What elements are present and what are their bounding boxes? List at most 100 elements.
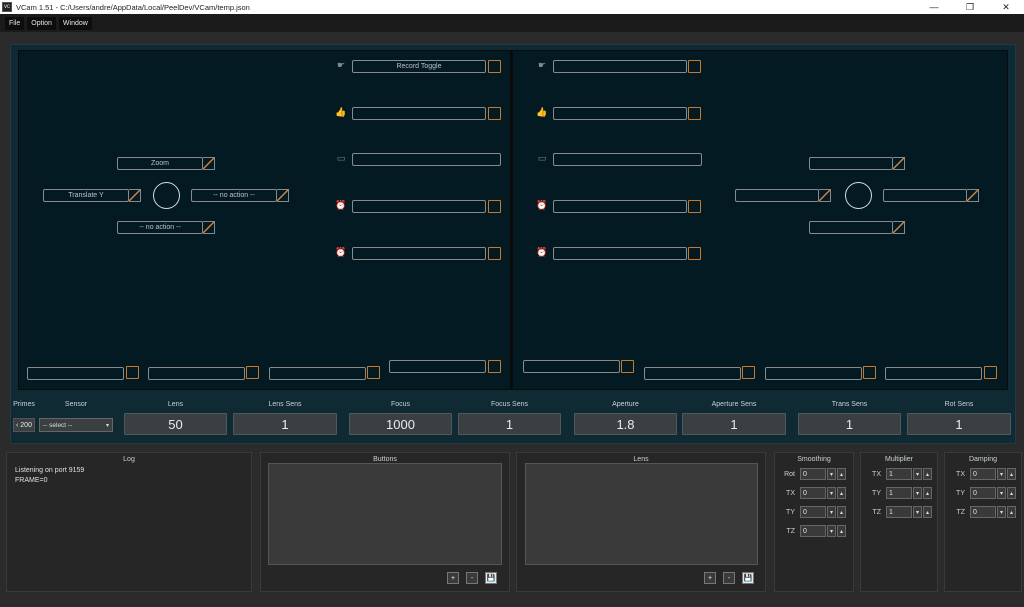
minimize-button[interactable]: — (916, 0, 952, 14)
left-bottom-slot-4[interactable] (389, 360, 486, 373)
right-bottom-slot-1-color[interactable] (621, 360, 634, 373)
left-pad-right-edit[interactable] (277, 189, 289, 202)
left-pad-up-field[interactable]: Zoom (117, 157, 203, 170)
spinner-down-icon[interactable]: ▾ (827, 525, 836, 537)
close-button[interactable]: ✕ (988, 0, 1024, 14)
left-joystick[interactable] (153, 182, 180, 209)
right-bottom-slot-4[interactable] (885, 367, 982, 380)
right-bottom-slot-1[interactable] (523, 360, 620, 373)
aperture-sens-value[interactable]: 1 (682, 413, 786, 435)
rot-sens-value[interactable]: 1 (907, 413, 1011, 435)
menu-file[interactable]: File (5, 16, 25, 30)
sensor-select[interactable]: -- select -- ▾ (39, 418, 113, 432)
spinner-up-icon[interactable]: ▴ (1007, 468, 1016, 480)
spinner-up-icon[interactable]: ▴ (837, 525, 846, 537)
spinner-up-icon[interactable]: ▴ (1007, 487, 1016, 499)
left-bottom-slot-3[interactable] (269, 367, 366, 380)
damping-ty-input[interactable]: 0 (970, 487, 996, 499)
spinner-down-icon[interactable]: ▾ (997, 487, 1006, 499)
spinner-up-icon[interactable]: ▴ (837, 506, 846, 518)
right-button-4-field[interactable] (553, 200, 687, 213)
menu-option[interactable]: Option (27, 16, 56, 30)
left-button-2-field[interactable] (352, 107, 486, 120)
focus-value[interactable]: 1000 (349, 413, 452, 435)
spinner-up-icon[interactable]: ▴ (1007, 506, 1016, 518)
spinner-up-icon[interactable]: ▴ (923, 468, 932, 480)
left-pad-left-edit[interactable] (129, 189, 141, 202)
trans-sens-value[interactable]: 1 (798, 413, 901, 435)
spinner-down-icon[interactable]: ▾ (827, 468, 836, 480)
buttons-list[interactable] (268, 463, 502, 565)
lens-list[interactable] (525, 463, 758, 565)
right-bottom-slot-2[interactable] (644, 367, 741, 380)
right-button-1-field[interactable] (553, 60, 687, 73)
left-button-2-color[interactable] (488, 107, 501, 120)
menu-window[interactable]: Window (58, 16, 92, 30)
right-pad-right-field[interactable] (883, 189, 967, 202)
lens-add-button[interactable]: + (704, 572, 716, 584)
left-button-1-field[interactable]: Record Toggle (352, 60, 486, 73)
smoothing-ty-input[interactable]: 0 (800, 506, 826, 518)
focus-sens-value[interactable]: 1 (458, 413, 561, 435)
left-button-5-color[interactable] (488, 247, 501, 260)
spinner-up-icon[interactable]: ▴ (837, 468, 846, 480)
spinner-down-icon[interactable]: ▾ (827, 506, 836, 518)
left-button-3-field[interactable] (352, 153, 501, 166)
multiplier-tz-input[interactable]: 1 (886, 506, 912, 518)
left-pad-down-field[interactable]: -- no action -- (117, 221, 203, 234)
aperture-value[interactable]: 1.8 (574, 413, 677, 435)
left-pad-down-edit[interactable] (203, 221, 215, 234)
lens-remove-button[interactable]: - (723, 572, 735, 584)
right-pad-up-field[interactable] (809, 157, 893, 170)
lens-sens-value[interactable]: 1 (233, 413, 337, 435)
left-bottom-slot-1-color[interactable] (126, 366, 139, 379)
spinner-down-icon[interactable]: ▾ (913, 487, 922, 499)
right-bottom-slot-3[interactable] (765, 367, 862, 380)
spinner-up-icon[interactable]: ▴ (923, 506, 932, 518)
multiplier-tx-input[interactable]: 1 (886, 468, 912, 480)
maximize-button[interactable]: ❐ (952, 0, 988, 14)
left-pad-up-edit[interactable] (203, 157, 215, 170)
spinner-up-icon[interactable]: ▴ (923, 487, 932, 499)
right-pad-left-edit[interactable] (819, 189, 831, 202)
spinner-down-icon[interactable]: ▾ (997, 506, 1006, 518)
right-bottom-slot-3-color[interactable] (863, 366, 876, 379)
left-bottom-slot-2-color[interactable] (246, 366, 259, 379)
left-button-1-color[interactable] (488, 60, 501, 73)
right-button-3-field[interactable] (553, 153, 702, 166)
left-bottom-slot-4-color[interactable] (488, 360, 501, 373)
lens-value[interactable]: 50 (124, 413, 227, 435)
right-pad-up-edit[interactable] (893, 157, 905, 170)
left-button-4-field[interactable] (352, 200, 486, 213)
left-bottom-slot-2[interactable] (148, 367, 245, 380)
right-joystick[interactable] (845, 182, 872, 209)
buttons-save-icon[interactable]: 💾 (485, 572, 497, 584)
left-bottom-slot-3-color[interactable] (367, 366, 380, 379)
multiplier-ty-input[interactable]: 1 (886, 487, 912, 499)
right-button-5-field[interactable] (553, 247, 687, 260)
right-pad-right-edit[interactable] (967, 189, 979, 202)
right-pad-down-field[interactable] (809, 221, 893, 234)
right-pad-down-edit[interactable] (893, 221, 905, 234)
smoothing-rot-input[interactable]: 0 (800, 468, 826, 480)
right-button-1-color[interactable] (688, 60, 701, 73)
left-bottom-slot-1[interactable] (27, 367, 124, 380)
right-button-2-color[interactable] (688, 107, 701, 120)
primes-button[interactable]: ‹ 200 (13, 418, 35, 432)
right-bottom-slot-2-color[interactable] (742, 366, 755, 379)
right-bottom-slot-4-color[interactable] (984, 366, 997, 379)
right-button-4-color[interactable] (688, 200, 701, 213)
damping-tz-input[interactable]: 0 (970, 506, 996, 518)
spinner-down-icon[interactable]: ▾ (827, 487, 836, 499)
smoothing-tx-input[interactable]: 0 (800, 487, 826, 499)
left-button-4-color[interactable] (488, 200, 501, 213)
right-pad-left-field[interactable] (735, 189, 819, 202)
left-button-5-field[interactable] (352, 247, 486, 260)
log-output[interactable]: Listening on port 9159 FRAME=0 (15, 466, 84, 486)
buttons-add-button[interactable]: + (447, 572, 459, 584)
smoothing-tz-input[interactable]: 0 (800, 525, 826, 537)
spinner-down-icon[interactable]: ▾ (913, 506, 922, 518)
left-pad-left-field[interactable]: Translate Y (43, 189, 129, 202)
spinner-up-icon[interactable]: ▴ (837, 487, 846, 499)
left-pad-right-field[interactable]: -- no action -- (191, 189, 277, 202)
